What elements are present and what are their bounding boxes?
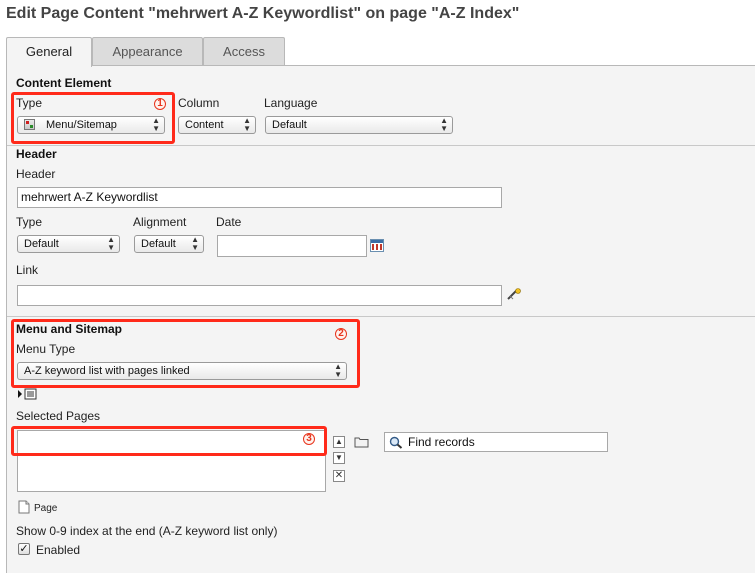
tab-appearance[interactable]: Appearance	[92, 37, 203, 65]
select-arrows-icon: ▲ ▼	[107, 235, 115, 252]
language-label: Language	[264, 96, 318, 110]
enabled-checkbox[interactable]: ✓	[18, 543, 30, 555]
enabled-label: Enabled	[36, 543, 81, 557]
header-type-select-value: Default	[24, 238, 59, 250]
select-arrows-icon: ▲ ▼	[243, 116, 251, 133]
calendar-icon[interactable]	[370, 239, 384, 252]
annotation-box-2	[11, 319, 360, 388]
column-select-value: Content	[185, 119, 224, 131]
annotation-box-1	[11, 92, 175, 144]
remove-icon[interactable]: ✕	[333, 470, 345, 482]
header-type-select[interactable]: Default ▲ ▼	[17, 235, 120, 253]
page-icon	[18, 500, 30, 514]
find-records-input[interactable]: Find records	[384, 432, 608, 452]
selected-pages-label: Selected Pages	[16, 409, 101, 423]
tab-access[interactable]: Access	[203, 37, 285, 65]
alignment-select[interactable]: Default ▲ ▼	[134, 235, 204, 253]
annotation-badge-3: 3	[303, 433, 315, 445]
language-select-value: Default	[272, 119, 307, 131]
annotation-badge-1: 1	[154, 98, 166, 110]
page-label: Page	[34, 503, 58, 514]
header-type-label: Type	[16, 215, 43, 229]
date-label: Date	[216, 215, 242, 229]
alignment-label: Alignment	[133, 215, 187, 229]
move-up-icon[interactable]: ▲	[333, 436, 345, 448]
index-option-label: Show 0-9 index at the end (A-Z keyword l…	[16, 524, 278, 538]
expand-list-icon[interactable]	[17, 388, 39, 400]
annotation-box-3	[11, 426, 327, 456]
content-element-title: Content Element	[16, 76, 112, 90]
header-input[interactable]: mehrwert A-Z Keywordlist	[17, 187, 502, 208]
search-icon	[389, 436, 403, 449]
folder-icon[interactable]	[354, 436, 369, 448]
page-title: Edit Page Content "mehrwert A-Z Keywordl…	[6, 5, 520, 22]
link-label: Link	[16, 263, 39, 277]
column-label: Column	[178, 96, 220, 110]
divider	[7, 316, 755, 317]
column-select[interactable]: Content ▲ ▼	[178, 116, 256, 134]
header-label: Header	[16, 167, 56, 181]
date-input[interactable]	[217, 235, 367, 257]
language-select[interactable]: Default ▲ ▼	[265, 116, 453, 134]
find-records-placeholder: Find records	[408, 435, 475, 449]
move-down-icon[interactable]: ▼	[333, 452, 345, 464]
select-arrows-icon: ▲ ▼	[440, 116, 448, 133]
alignment-select-value: Default	[141, 238, 176, 250]
header-section-title: Header	[16, 147, 57, 161]
select-arrows-icon: ▲ ▼	[191, 235, 199, 252]
link-wizard-icon[interactable]	[507, 288, 523, 301]
divider	[7, 145, 755, 146]
link-input[interactable]	[17, 285, 502, 306]
tab-general[interactable]: General	[6, 37, 92, 67]
annotation-badge-2: 2	[335, 328, 347, 340]
